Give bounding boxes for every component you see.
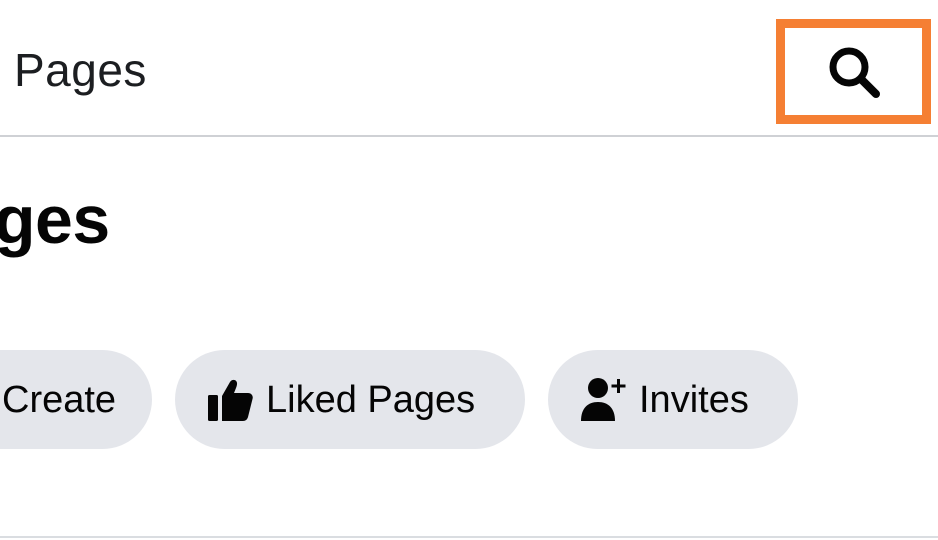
liked-pages-chip[interactable]: Liked Pages xyxy=(175,350,525,449)
add-person-icon xyxy=(581,377,627,423)
pages-screen: Pages ges Create Liked Pages Invites xyxy=(0,0,938,540)
page-heading: ges xyxy=(0,182,110,258)
create-chip-label: Create xyxy=(2,378,117,421)
liked-pages-chip-label: Liked Pages xyxy=(266,378,476,421)
top-app-bar: Pages xyxy=(0,0,938,137)
section-divider xyxy=(0,536,938,538)
invites-chip[interactable]: Invites xyxy=(548,350,798,449)
search-icon xyxy=(825,43,883,101)
thumbs-up-icon xyxy=(208,378,254,422)
create-chip[interactable]: Create xyxy=(0,350,152,449)
invites-chip-label: Invites xyxy=(639,378,749,421)
app-bar-title: Pages xyxy=(14,44,147,96)
search-button[interactable] xyxy=(776,19,931,124)
